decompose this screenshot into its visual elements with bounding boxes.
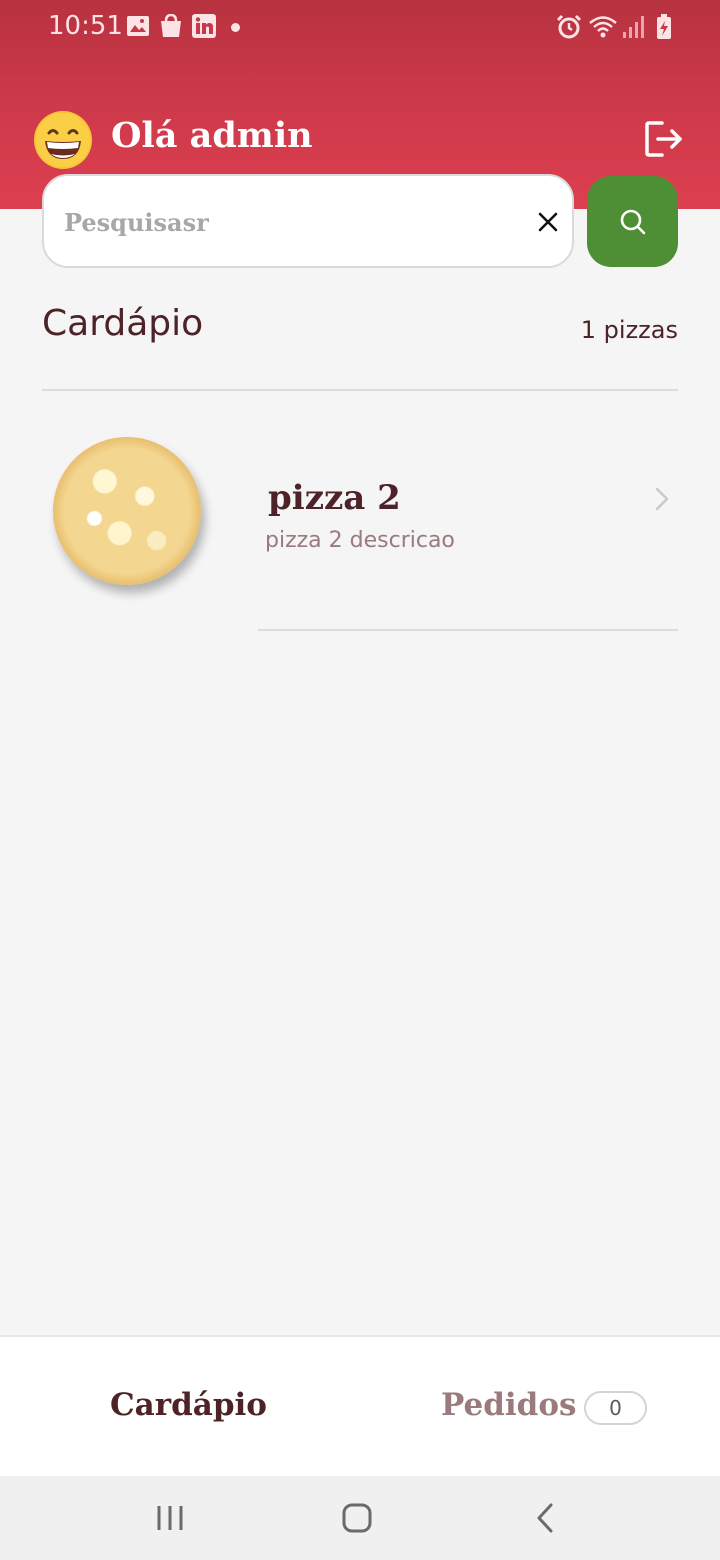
search-box [42, 174, 574, 268]
pizza-name: pizza 2 [268, 478, 401, 518]
notification-dot-icon [231, 23, 240, 32]
pizza-image [53, 437, 201, 585]
bottom-nav: Cardápio Pedidos 0 [0, 1335, 720, 1476]
pizza-count: 1 pizzas [580, 316, 678, 344]
grinning-face-emoji-icon [34, 111, 92, 169]
pizza-description: pizza 2 descricao [265, 528, 455, 553]
divider [42, 389, 678, 391]
home-icon[interactable] [342, 1502, 372, 1534]
recent-apps-icon[interactable] [155, 1504, 185, 1532]
tab-orders[interactable]: Pedidos [441, 1387, 576, 1423]
battery-charging-icon [657, 14, 671, 39]
wifi-icon [589, 16, 617, 38]
alarm-icon [556, 14, 582, 39]
close-icon[interactable] [534, 208, 562, 236]
divider [258, 629, 678, 631]
shopping-bag-icon [161, 14, 181, 37]
greeting-title: Olá admin [111, 115, 313, 156]
orders-count-badge: 0 [584, 1391, 647, 1425]
search-icon [620, 209, 646, 235]
chevron-right-icon [655, 487, 669, 511]
logout-icon[interactable] [644, 120, 684, 158]
menu-section-title: Cardápio [42, 303, 204, 344]
system-nav-bar [0, 1476, 720, 1560]
search-input[interactable] [64, 198, 494, 246]
search-button[interactable] [587, 176, 678, 267]
tab-menu[interactable]: Cardápio [110, 1387, 267, 1423]
back-icon[interactable] [534, 1502, 556, 1534]
status-bar: 10:51 [0, 0, 720, 56]
status-time: 10:51 [48, 11, 123, 41]
list-item[interactable]: pizza 2 pizza 2 descricao [42, 420, 678, 630]
linkedin-icon [192, 14, 216, 38]
signal-icon [623, 16, 644, 38]
image-icon [127, 16, 149, 36]
